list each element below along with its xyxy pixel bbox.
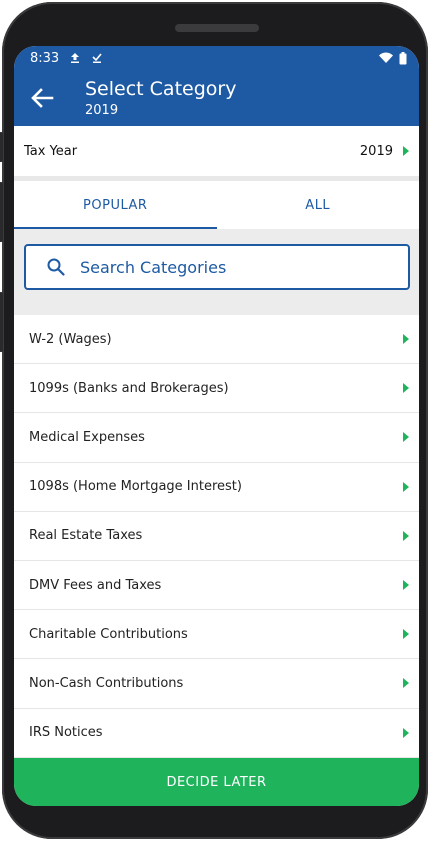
checkmark-download-icon: [92, 53, 102, 63]
chevron-right-icon: [403, 727, 409, 738]
list-item-label: Real Estate Taxes: [29, 528, 143, 544]
list-item-label: 1098s (Home Mortgage Interest): [29, 479, 242, 495]
battery-icon: [399, 51, 407, 64]
list-item[interactable]: IRS Notices: [14, 709, 419, 758]
list-item[interactable]: 1099s (Banks and Brokerages): [14, 364, 419, 414]
list-item[interactable]: Real Estate Taxes: [14, 512, 419, 561]
search-box[interactable]: [24, 244, 410, 290]
tax-year-label: Tax Year: [24, 143, 78, 159]
status-bar: 8:33: [14, 46, 419, 70]
wifi-icon: [379, 52, 393, 63]
tab-popular[interactable]: POPULAR: [14, 181, 217, 229]
app-bar: Select Category 2019: [14, 70, 419, 126]
status-time: 8:33: [30, 50, 60, 66]
page-title: Select Category: [85, 78, 237, 100]
tax-year-row[interactable]: Tax Year 2019: [14, 126, 419, 176]
chevron-right-icon: [403, 481, 409, 492]
list-item-label: W-2 (Wages): [29, 331, 112, 347]
list-item[interactable]: 1098s (Home Mortgage Interest): [14, 463, 419, 512]
volume-button: [0, 132, 3, 162]
page-subtitle: 2019: [85, 103, 119, 118]
upload-icon: [71, 53, 80, 63]
list-item-label: Non-Cash Contributions: [29, 675, 184, 691]
chevron-right-icon: [403, 678, 409, 689]
list-item[interactable]: Medical Expenses: [14, 413, 419, 463]
chevron-right-icon: [403, 629, 409, 640]
chevron-right-icon: [403, 432, 409, 443]
category-list: W-2 (Wages) 1099s (Banks and Brokerages)…: [14, 315, 419, 758]
tax-year-value: 2019: [359, 143, 393, 159]
chevron-right-icon: [403, 146, 409, 156]
list-item[interactable]: W-2 (Wages): [14, 315, 419, 365]
chevron-right-icon: [403, 334, 409, 345]
volume-down-button: [0, 292, 3, 352]
tab-all[interactable]: ALL: [217, 181, 420, 229]
phone-frame: 8:33 Select Category 2019 Tax Year 2019 …: [0, 2, 428, 839]
chevron-right-icon: [403, 580, 409, 591]
list-item-label: DMV Fees and Taxes: [29, 577, 162, 593]
search-icon: [47, 258, 65, 276]
chevron-right-icon: [403, 383, 409, 394]
list-item-label: 1099s (Banks and Brokerages): [29, 380, 229, 396]
chevron-right-icon: [403, 530, 409, 541]
speaker-grille: [175, 24, 259, 32]
list-item-label: Medical Expenses: [29, 429, 145, 445]
search-input[interactable]: [80, 257, 380, 277]
search-section: [14, 229, 419, 315]
category-tabs: POPULAR ALL: [14, 181, 419, 229]
back-arrow-icon[interactable]: [26, 82, 58, 114]
list-item[interactable]: Non-Cash Contributions: [14, 659, 419, 709]
power-button: [0, 182, 3, 242]
screen: 8:33 Select Category 2019 Tax Year 2019 …: [14, 46, 419, 806]
decide-later-button[interactable]: DECIDE LATER: [14, 758, 419, 806]
list-item[interactable]: DMV Fees and Taxes: [14, 561, 419, 611]
list-item-label: IRS Notices: [29, 725, 103, 741]
list-item[interactable]: Charitable Contributions: [14, 610, 419, 660]
list-item-label: Charitable Contributions: [29, 626, 188, 642]
